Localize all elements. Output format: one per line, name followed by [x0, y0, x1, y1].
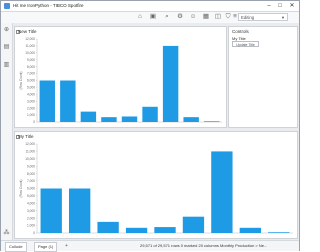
y-axis-label: (Row Count)	[19, 72, 23, 90]
y-tick-label: 10,000	[25, 157, 35, 161]
y-tick-label: 5,000	[27, 86, 35, 90]
status-text: 29,571 of 29,571 rows 0 marked 20 column…	[140, 243, 268, 248]
y-tick-label: 4,000	[27, 201, 35, 205]
y-tick-label: 2,000	[27, 106, 35, 110]
status-bar: Collude Page (1) + 29,571 of 29,571 rows…	[1, 240, 299, 252]
y-tick-label: 11,000	[25, 150, 35, 154]
close-button[interactable]: ✕	[287, 1, 297, 11]
y-tick-label: 6,000	[27, 187, 35, 191]
bar[interactable]	[239, 227, 261, 233]
y-tick-label: 8,000	[27, 172, 35, 176]
title-bar: Hit me IronPython - TIBCO Spotfire – □ ✕	[1, 1, 299, 12]
files-icon[interactable]: ▤	[3, 44, 10, 51]
analysis-icon[interactable]: ▣	[149, 13, 157, 21]
people-icon[interactable]: ☺	[189, 13, 197, 21]
y-tick-label: 11,000	[25, 44, 35, 48]
home-icon[interactable]: ⌂	[136, 13, 144, 21]
y-tick-label: 5,000	[27, 194, 35, 198]
y-axis-label: (Row Count)	[19, 180, 23, 198]
bar[interactable]	[60, 80, 76, 123]
y-tick-label: 6,000	[27, 79, 35, 83]
bar[interactable]	[39, 80, 55, 123]
search-icon[interactable]: ⌕	[163, 13, 171, 21]
y-tick-label: 10,000	[25, 51, 35, 55]
y-tick-label: 7,000	[27, 179, 35, 183]
bar-chart-new-title[interactable]: (Row Count) 0 1,000 2,000 3,000 4,000 5,000 6,0…	[17, 36, 226, 127]
y-tick-label: 2,000	[27, 216, 35, 220]
visualization-new-title[interactable]: New Title (Row Count) 0 1,000 2,000 3,000 4,0…	[14, 26, 227, 128]
data-icon[interactable]: ▥	[3, 62, 10, 69]
y-tick-label: 4,000	[27, 92, 35, 96]
add-page-icon[interactable]: +	[65, 241, 68, 251]
y-tick-label: 12,000	[25, 142, 35, 146]
window-title: Hit me IronPython - TIBCO Spotfire	[13, 3, 84, 8]
bar[interactable]	[183, 117, 199, 122]
bar[interactable]	[80, 111, 97, 122]
bookmark-icon[interactable]: ◫	[214, 13, 222, 21]
bar[interactable]	[211, 151, 233, 233]
y-tick-label: 0	[33, 231, 35, 235]
bar-chart-my-title[interactable]: (Row Count) 0 1,000 2,000 3,000 4,000 5,000 6,0…	[17, 141, 297, 238]
bar[interactable]	[101, 117, 117, 122]
y-tick-label: 3,000	[27, 209, 35, 213]
y-tick-label: 0	[33, 120, 35, 124]
bar[interactable]	[97, 221, 119, 233]
app-icon	[4, 3, 10, 9]
minimize-button[interactable]: –	[264, 1, 274, 11]
gear-icon[interactable]: ⚙	[176, 13, 184, 21]
bar[interactable]	[69, 188, 91, 234]
update-title-button[interactable]: Update Title	[232, 41, 259, 47]
y-tick-label: 9,000	[27, 58, 35, 62]
app-window: Hit me IronPython - TIBCO Spotfire – □ ✕…	[0, 0, 300, 252]
bar[interactable]	[204, 121, 220, 122]
bar[interactable]	[142, 106, 158, 122]
editing-label: Editing	[241, 15, 255, 20]
bar[interactable]	[268, 232, 290, 233]
maximize-button[interactable]: □	[275, 1, 285, 11]
bar[interactable]	[40, 188, 62, 234]
controls-panel: Controls My Title Update Title	[228, 26, 298, 128]
panel-title: My Title	[18, 134, 34, 139]
y-tick-label: 9,000	[27, 164, 35, 168]
bar[interactable]	[125, 227, 148, 233]
y-tick-label: 1,000	[27, 113, 35, 117]
chevron-down-icon: ▼	[281, 15, 285, 20]
visualization-my-title[interactable]: My Title (Row Count) 0 1,000 2,000 3,000 4,00…	[14, 131, 298, 239]
y-tick-label: 12,000	[25, 37, 35, 41]
editing-dropdown[interactable]: Editing ▼	[238, 13, 288, 21]
pages-icon[interactable]: ⁂	[3, 230, 10, 237]
left-sidebar: ⊕ ▤ ▥ ⁂	[1, 23, 13, 240]
add-icon[interactable]: ⊕	[3, 27, 10, 34]
y-tick-label: 8,000	[27, 65, 35, 69]
bar[interactable]	[162, 45, 179, 122]
y-tick-label: 3,000	[27, 99, 35, 103]
bar[interactable]	[182, 216, 205, 233]
bar[interactable]	[154, 227, 176, 233]
bar[interactable]	[121, 116, 138, 122]
controls-title: Controls	[232, 29, 249, 34]
grid-icon[interactable]: ▦	[202, 13, 210, 21]
y-tick-label: 7,000	[27, 72, 35, 76]
page-canvas: New Title (Row Count) 0 1,000 2,000 3,000 4,0…	[13, 23, 299, 240]
y-tick-label: 1,000	[27, 224, 35, 228]
panel-title: New Title	[18, 29, 37, 34]
